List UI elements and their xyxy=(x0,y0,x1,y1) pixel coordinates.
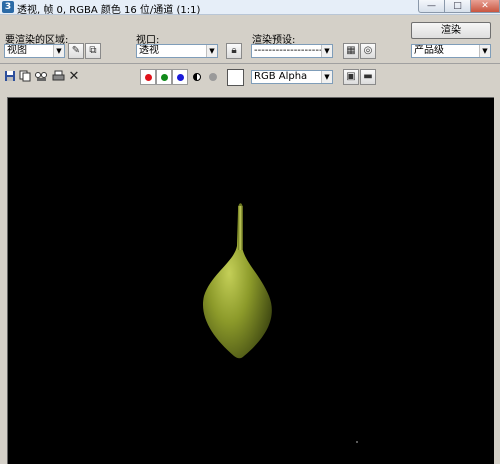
alpha-channel-icon[interactable] xyxy=(193,73,201,81)
vase-body xyxy=(202,203,272,359)
chevron-down-icon: ▼ xyxy=(321,71,332,83)
blue-channel-button[interactable] xyxy=(172,69,188,85)
close-button[interactable]: ✕ xyxy=(470,0,500,13)
rendered-vase xyxy=(202,203,358,443)
monochrome-icon[interactable] xyxy=(209,73,217,81)
render-speck xyxy=(356,441,358,443)
edit-region-icon[interactable]: ✎ xyxy=(68,43,84,59)
chevron-down-icon: ▼ xyxy=(206,45,217,57)
viewport-dropdown[interactable]: 透视 ▼ xyxy=(136,44,218,58)
red-channel-button[interactable] xyxy=(140,69,156,85)
title-bar: 3 透视, 帧 0, RGBA 颜色 16 位/通道 (1:1) — □ ✕ xyxy=(0,0,500,16)
toggle-ui-icon[interactable]: ▬ xyxy=(360,69,376,85)
lock-icon[interactable]: 🔒︎ xyxy=(226,43,242,59)
toolbar-divider xyxy=(0,63,500,64)
toggle-ui-overlay-icon[interactable]: ▣ xyxy=(343,69,359,85)
clone-window-icon[interactable] xyxy=(34,70,48,84)
red-channel-icon xyxy=(145,74,152,81)
print-icon[interactable] xyxy=(51,70,65,84)
green-channel-icon xyxy=(161,74,168,81)
channel-display-value: RGB Alpha xyxy=(254,71,308,82)
render-quality-dropdown[interactable]: 产品级 ▼ xyxy=(411,44,491,58)
clear-icon[interactable]: ✕ xyxy=(67,70,81,84)
chevron-down-icon: ▼ xyxy=(321,45,332,57)
render-viewport xyxy=(7,97,494,464)
green-channel-button[interactable] xyxy=(156,69,172,85)
render-quality-value: 产品级 xyxy=(414,45,444,56)
render-button[interactable]: 渲染 xyxy=(411,22,491,39)
color-swatch[interactable] xyxy=(227,69,244,86)
maximize-button[interactable]: □ xyxy=(444,0,471,13)
app-icon: 3 xyxy=(2,1,14,13)
chevron-down-icon: ▼ xyxy=(479,45,490,57)
minimize-button[interactable]: — xyxy=(418,0,445,13)
render-preset-dropdown[interactable]: ------------------------- ▼ xyxy=(251,44,333,58)
environment-icon[interactable]: ◎ xyxy=(360,43,376,59)
channel-display-dropdown[interactable]: RGB Alpha ▼ xyxy=(251,70,333,84)
save-icon[interactable] xyxy=(3,70,17,84)
viewport-value: 透视 xyxy=(139,45,159,56)
area-to-render-dropdown[interactable]: 视图 ▼ xyxy=(4,44,65,58)
copy-image-icon[interactable] xyxy=(18,70,32,84)
render-setup-icon[interactable]: ▦ xyxy=(343,43,359,59)
area-to-render-value: 视图 xyxy=(7,45,27,56)
chevron-down-icon: ▼ xyxy=(53,45,64,57)
window-title: 透视, 帧 0, RGBA 颜色 16 位/通道 (1:1) xyxy=(17,5,201,16)
blue-channel-icon xyxy=(177,74,184,81)
auto-region-icon[interactable]: ⧉ xyxy=(85,43,101,59)
vase-neck-highlight xyxy=(238,206,243,250)
